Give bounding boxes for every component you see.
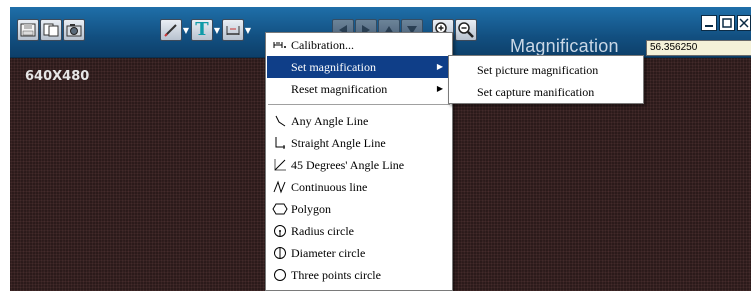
menu-item-45-degrees-line[interactable]: 45 Degrees' Angle Line [267,154,451,176]
menu-item-label: Set magnification [291,59,376,74]
camera-icon[interactable] [63,19,85,41]
menu-item-label: Diameter circle [291,245,366,260]
chevron-down-icon[interactable]: ▼ [213,19,221,41]
pencil-icon[interactable] [160,19,182,41]
menu-item-set-magnification[interactable]: Set magnification ▶ [267,56,451,78]
radius-circle-icon [269,224,291,238]
menu-item-radius-circle[interactable]: Radius circle [267,220,451,242]
menu-item-diameter-circle[interactable]: Diameter circle [267,242,451,264]
menu-item-label: Three points circle [291,267,381,282]
copy-icon[interactable] [40,19,62,41]
measure-ruler-icon[interactable] [222,19,244,41]
polygon-icon [269,203,291,215]
menu-item-label: Straight Angle Line [291,135,386,150]
45-degrees-line-icon [269,158,291,172]
menu-item-continuous-line[interactable]: Continuous line [267,176,451,198]
continuous-line-icon [269,180,291,194]
menu-item-label: 45 Degrees' Angle Line [291,157,405,172]
close-button[interactable] [737,15,751,31]
menu-item-label: Calibration... [291,37,354,52]
menu-item-label: Any Angle Line [291,113,369,128]
text-tool-icon[interactable]: T [191,19,213,41]
minimize-button[interactable] [701,15,717,31]
menu-item-three-points-circle[interactable]: Three points circle [267,264,451,286]
any-angle-line-icon [269,114,291,128]
diameter-circle-icon [269,246,291,260]
straight-angle-line-icon [269,136,291,150]
menu-item-polygon[interactable]: Polygon [267,198,451,220]
chevron-right-icon: ▶ [436,84,443,93]
menu-item-reset-magnification[interactable]: Reset magnification ▶ [267,78,451,100]
menu-item-any-angle-line[interactable]: Any Angle Line [267,110,451,132]
chevron-down-icon[interactable]: ▼ [244,19,252,41]
chevron-down-icon[interactable]: ▼ [182,19,190,41]
chevron-right-icon: ▶ [436,62,443,71]
maximize-button[interactable] [719,15,735,31]
set-magnification-submenu: Set picture magnification Set capture ma… [448,55,644,104]
zoom-out-icon[interactable] [455,19,477,41]
submenu-item-set-capture-magnification[interactable]: Set capture manification [477,82,594,102]
menu-item-label: Polygon [291,201,332,216]
context-menu: Calibration... Set magnification ▶ Reset… [265,32,453,291]
three-points-circle-icon [269,268,291,282]
menu-item-label: Continuous line [291,179,368,194]
disk-icon[interactable] [17,19,39,41]
calibration-icon [269,40,291,50]
menu-item-label: Reset magnification [291,81,388,96]
magnification-field[interactable]: 56.356250 [646,40,751,56]
menu-item-straight-angle-line[interactable]: Straight Angle Line [267,132,451,154]
submenu-item-set-picture-magnification[interactable]: Set picture magnification [477,60,598,80]
magnification-label: Magnification [510,36,619,56]
resolution-label: 640X480 [25,69,90,84]
menu-item-calibration[interactable]: Calibration... [267,34,451,56]
menu-item-label: Radius circle [291,223,354,238]
menu-separator [268,104,450,105]
